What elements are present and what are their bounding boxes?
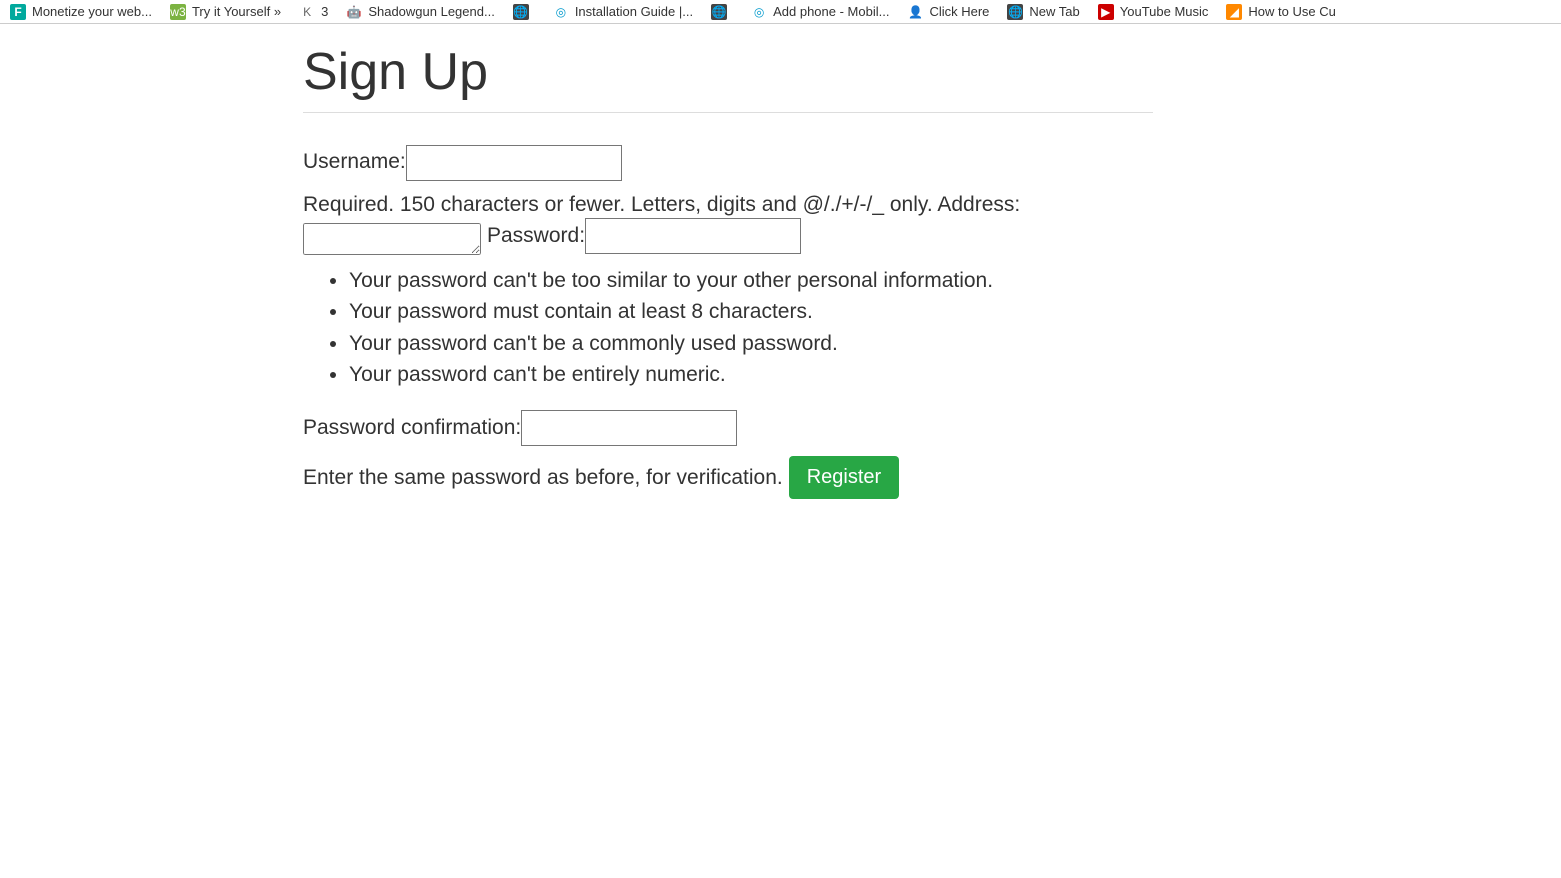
bookmark-installation-guide[interactable]: ◎ Installation Guide |...	[553, 4, 693, 20]
person-icon: 👤	[907, 4, 923, 20]
bookmark-label: YouTube Music	[1120, 4, 1209, 19]
bookmark-3[interactable]: K 3	[299, 4, 328, 20]
username-help-text: Required. 150 characters or fewer. Lette…	[303, 193, 933, 216]
username-label: Username:	[303, 150, 406, 173]
bookmark-label: Shadowgun Legend...	[368, 4, 495, 19]
username-help-address-row: Required. 150 characters or fewer. Lette…	[303, 193, 1153, 217]
main-content: Sign Up Username: Required. 150 characte…	[303, 24, 1153, 499]
bookmark-new-tab[interactable]: 🌐 New Tab	[1007, 4, 1079, 20]
bookmark-youtube-music[interactable]: ▶ YouTube Music	[1098, 4, 1209, 20]
bookmark-shadowgun[interactable]: 🤖 Shadowgun Legend...	[346, 4, 495, 20]
bookmark-globe-1[interactable]: 🌐	[513, 4, 535, 20]
password-confirm-input[interactable]	[521, 410, 737, 446]
password-label-wrap: Password:	[487, 217, 801, 255]
youtube-icon: ▶	[1098, 4, 1114, 20]
username-input[interactable]	[406, 145, 622, 181]
password-rule: Your password can't be entirely numeric.	[349, 359, 1153, 391]
bookmark-add-phone[interactable]: ◎ Add phone - Mobil...	[751, 4, 889, 20]
password-rule: Your password can't be a commonly used p…	[349, 328, 1153, 360]
bookmarks-bar: F Monetize your web... w3 Try it Yoursel…	[0, 0, 1561, 24]
divider	[303, 112, 1153, 113]
password-rule: Your password must contain at least 8 ch…	[349, 296, 1153, 328]
bookmark-label: Add phone - Mobil...	[773, 4, 889, 19]
bookmark-monetize[interactable]: F Monetize your web...	[10, 4, 152, 20]
register-row: Enter the same password as before, for v…	[303, 456, 1153, 499]
android-icon: 🤖	[346, 4, 362, 20]
bookmark-how-to-use[interactable]: ◢ How to Use Cu	[1226, 4, 1335, 20]
password-input[interactable]	[585, 218, 801, 254]
bookmark-label: Click Here	[929, 4, 989, 19]
globe-icon: 🌐	[1007, 4, 1023, 20]
favicon-icon: w3	[170, 4, 186, 20]
bookmark-label: New Tab	[1029, 4, 1079, 19]
bookmark-label: 3	[321, 4, 328, 19]
password-confirm-label: Password confirmation:	[303, 416, 521, 439]
bookmark-label: Try it Yourself »	[192, 4, 281, 19]
page-title: Sign Up	[303, 42, 1153, 102]
favicon-icon: F	[10, 4, 26, 20]
password-confirm-row: Password confirmation:	[303, 409, 1153, 447]
globe-icon: 🌐	[513, 4, 529, 20]
password-rules-list: Your password can't be too similar to yo…	[349, 265, 1153, 391]
username-row: Username:	[303, 143, 1153, 181]
bookmark-label: Monetize your web...	[32, 4, 152, 19]
password-confirm-help: Enter the same password as before, for v…	[303, 466, 783, 490]
password-rule: Your password can't be too similar to yo…	[349, 265, 1153, 297]
register-button[interactable]: Register	[789, 456, 899, 499]
circle-icon: ◎	[553, 4, 569, 20]
password-label: Password:	[487, 224, 585, 247]
bookmark-try-it-yourself[interactable]: w3 Try it Yourself »	[170, 4, 281, 20]
address-password-row: Password:	[303, 217, 1153, 255]
circle-icon: ◎	[751, 4, 767, 20]
bookmark-label: How to Use Cu	[1248, 4, 1335, 19]
bookmark-click-here[interactable]: 👤 Click Here	[907, 4, 989, 20]
globe-icon: 🌐	[711, 4, 727, 20]
bookmark-globe-2[interactable]: 🌐	[711, 4, 733, 20]
square-icon: ◢	[1226, 4, 1242, 20]
bookmark-label: Installation Guide |...	[575, 4, 693, 19]
address-label: Address:	[937, 193, 1020, 216]
favicon-icon: K	[299, 4, 315, 20]
address-textarea[interactable]	[303, 223, 481, 255]
